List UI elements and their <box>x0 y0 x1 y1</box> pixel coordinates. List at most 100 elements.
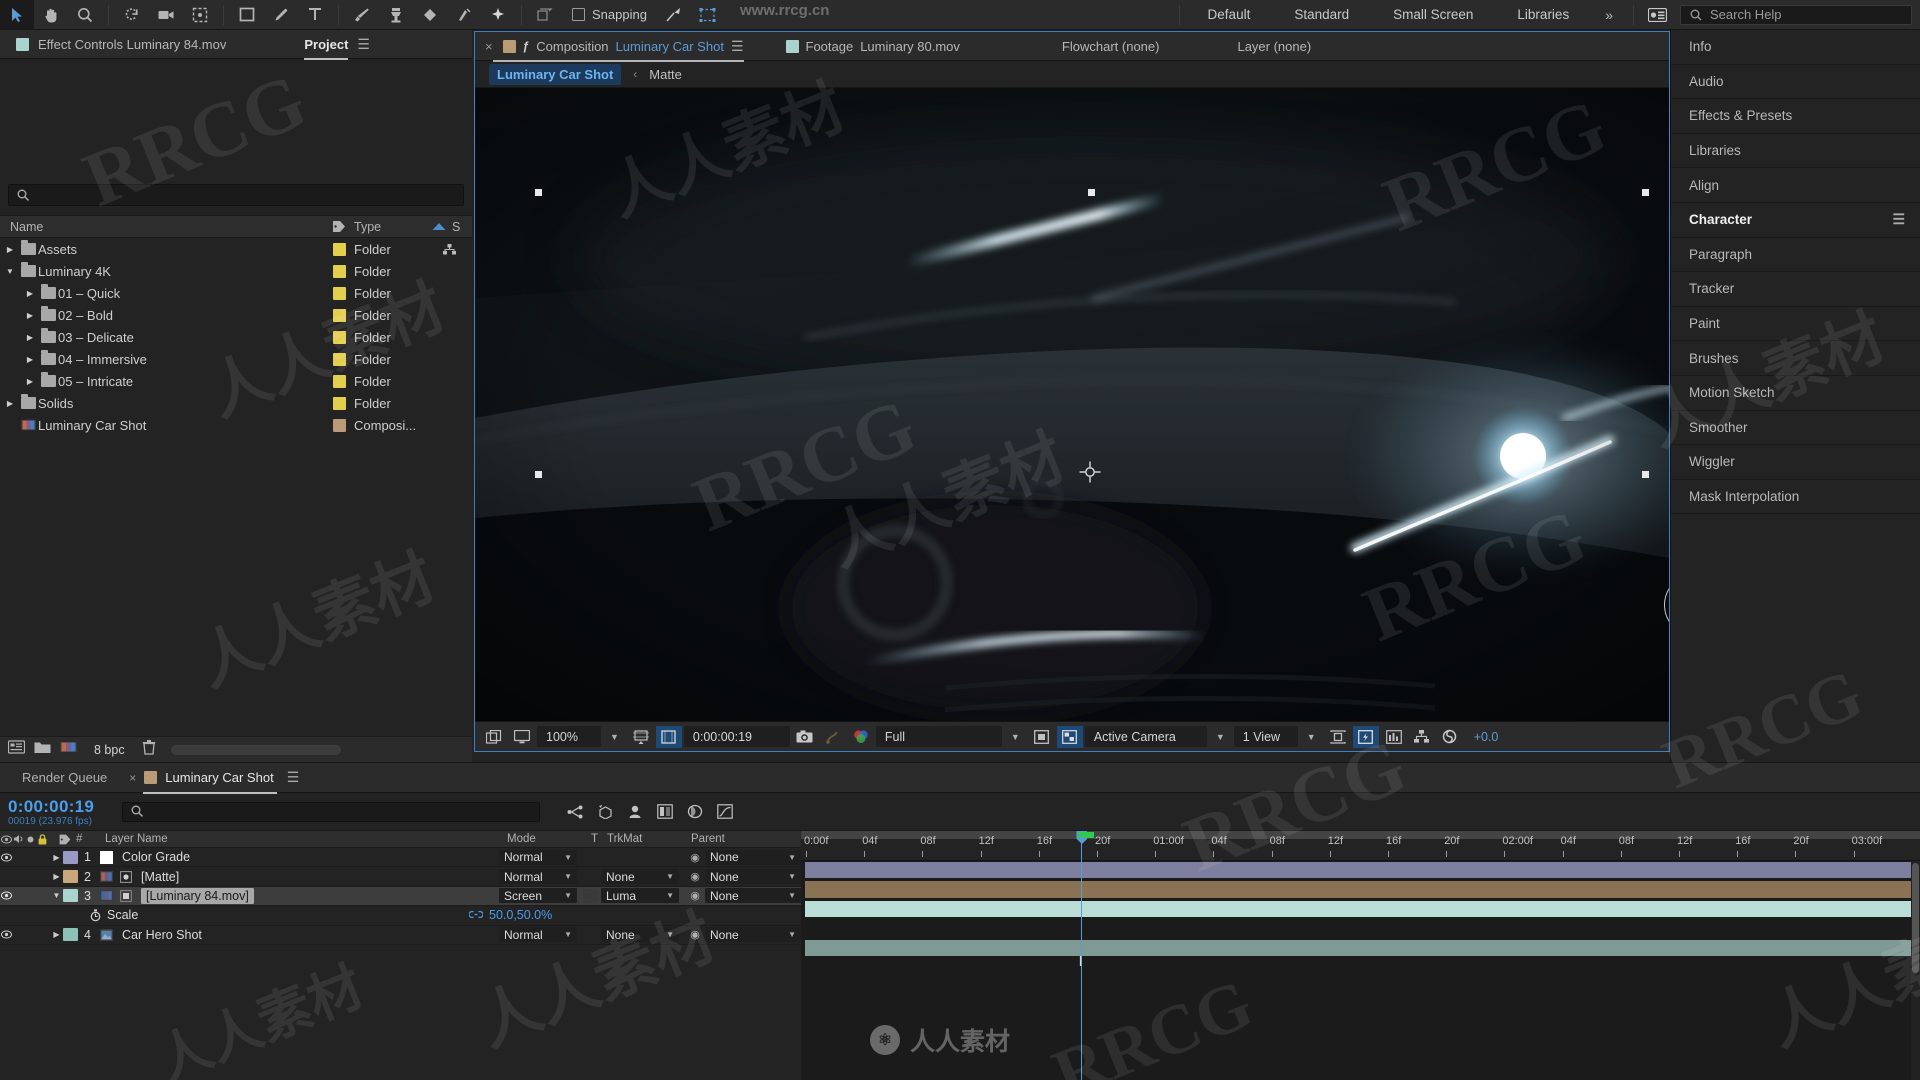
blend-mode-select[interactable]: Normal ▼ <box>499 869 577 885</box>
current-time-display[interactable]: 0:00:00:19 00019 (23.976 fps) <box>0 797 118 827</box>
stopwatch-icon[interactable] <box>0 909 107 922</box>
project-item-04-immersive[interactable]: ▶ 04 – Immersive Folder <box>0 348 472 370</box>
project-search-field[interactable] <box>8 184 464 206</box>
composition-panel-menu-icon[interactable]: ☰ <box>731 38 744 55</box>
parent-pickwhip-icon[interactable]: ◉ <box>685 851 705 864</box>
tab-layer[interactable]: Layer (none) <box>1237 32 1327 61</box>
rotation-tool[interactable] <box>115 0 149 30</box>
link-dimensions-icon[interactable] <box>468 908 484 922</box>
panel-tab-mask-interpolation[interactable]: Mask Interpolation <box>1671 480 1920 515</box>
label-color-swatch[interactable] <box>324 374 354 388</box>
layer-name[interactable]: [Matte] <box>135 870 499 884</box>
camera-select[interactable]: Active Camera <box>1084 726 1207 747</box>
layer-name[interactable]: Car Hero Shot <box>116 928 499 942</box>
tab-flowchart[interactable]: Flowchart (none) <box>1062 32 1176 61</box>
workspace-default[interactable]: Default <box>1186 0 1273 30</box>
disclosure-triangle[interactable]: ▶ <box>22 355 38 364</box>
time-ruler[interactable]: 0:00f 04f 08f 12f 16f 20f 01:00f 04f 08f 12f 16f 20… <box>801 831 1920 861</box>
project-item-solids[interactable]: ▶ Solids Folder <box>0 392 472 414</box>
composition-viewer-canvas[interactable] <box>475 88 1669 721</box>
track-luminary-84[interactable] <box>801 900 1920 920</box>
region-of-interest-tool[interactable] <box>528 0 562 30</box>
label-color-swatch[interactable] <box>324 352 354 366</box>
workspace-settings-icon[interactable] <box>1640 0 1674 30</box>
column-mode[interactable]: Mode <box>507 833 591 845</box>
tab-timeline-luminary-car-shot[interactable]: × Luminary Car Shot ☰ <box>129 763 300 794</box>
delete-icon[interactable] <box>142 739 156 760</box>
column-name[interactable]: Name <box>10 220 324 234</box>
panel-tab-paint[interactable]: Paint <box>1671 307 1920 342</box>
anchor-point-icon[interactable] <box>1079 461 1101 483</box>
label-color-swatch[interactable] <box>63 850 78 864</box>
project-item-assets[interactable]: ▶ Assets Folder <box>0 238 472 260</box>
bit-depth-label[interactable]: 8 bpc <box>86 743 133 757</box>
resolution-select[interactable]: Full <box>875 726 1002 747</box>
timeline-search-field[interactable] <box>122 801 540 822</box>
channel-rgb-icon[interactable] <box>848 726 874 748</box>
track-color-grade[interactable] <box>801 861 1920 881</box>
label-color-swatch[interactable] <box>324 242 354 256</box>
column-size[interactable]: S <box>452 220 472 234</box>
tab-composition-luminary-car-shot[interactable]: × ƒ Composition Luminary Car Shot ☰ <box>485 32 760 62</box>
brush-tool[interactable] <box>345 0 379 30</box>
column-type[interactable]: Type <box>354 220 426 234</box>
view-chevron-down-icon[interactable]: ▼ <box>1300 732 1323 742</box>
comp-timecode-field[interactable]: 0:00:00:19 <box>683 726 790 747</box>
panel-tab-effects-presets[interactable]: Effects & Presets <box>1671 99 1920 134</box>
composition-mini-flowchart-icon[interactable] <box>562 800 588 824</box>
timeline-vertical-scrollbar[interactable] <box>1911 861 1920 1080</box>
layer-row-car-hero-shot[interactable]: ▶ 4 Car Hero Shot Normal ▼ None ▼ ◉ None… <box>0 925 801 945</box>
rectangle-shape-tool[interactable] <box>230 0 264 30</box>
label-color-swatch[interactable] <box>324 396 354 410</box>
anchor-point-tool[interactable] <box>183 0 217 30</box>
parent-select[interactable]: None ▼ <box>705 849 801 865</box>
track-scale-property[interactable] <box>801 919 1920 939</box>
draft-3d-icon[interactable] <box>592 800 618 824</box>
disclosure-triangle[interactable]: ▶ <box>2 399 18 408</box>
disclosure-triangle[interactable]: ▶ <box>50 872 63 881</box>
snapping-control[interactable]: Snapping <box>562 7 657 22</box>
panel-tab-libraries[interactable]: Libraries <box>1671 134 1920 169</box>
label-color-swatch[interactable] <box>324 264 354 278</box>
eraser-tool[interactable] <box>413 0 447 30</box>
zoom-chevron-down-icon[interactable]: ▼ <box>603 732 626 742</box>
trkmat-select[interactable]: None ▼ <box>601 869 679 885</box>
panel-tab-audio[interactable]: Audio <box>1671 65 1920 100</box>
breadcrumb-current[interactable]: Luminary Car Shot <box>489 63 622 85</box>
timeline-panel-menu-icon[interactable]: ☰ <box>287 769 300 786</box>
workspace-small-screen[interactable]: Small Screen <box>1371 0 1495 30</box>
snapshot-camera-icon[interactable] <box>792 726 818 748</box>
quality-switch-icon[interactable] <box>116 870 135 883</box>
hide-shy-layers-icon[interactable] <box>622 800 648 824</box>
column-tag-icon[interactable] <box>324 220 354 233</box>
parent-select[interactable]: None ▼ <box>705 869 801 885</box>
clone-stamp-tool[interactable] <box>379 0 413 30</box>
zoom-tool[interactable] <box>68 0 102 30</box>
resolution-region-icon[interactable] <box>628 726 654 748</box>
project-item-03-delicate[interactable]: ▶ 03 – Delicate Folder <box>0 326 472 348</box>
breadcrumb-matte[interactable]: Matte <box>649 67 682 82</box>
layer-bar[interactable] <box>805 862 1920 879</box>
pen-tool[interactable] <box>264 0 298 30</box>
selection-handle-ml[interactable] <box>535 471 542 478</box>
character-panel-menu-icon[interactable]: ☰ <box>1892 211 1905 228</box>
interpret-footage-icon[interactable] <box>7 740 26 759</box>
snap-arrow-icon[interactable] <box>657 0 691 30</box>
workspace-standard[interactable]: Standard <box>1272 0 1371 30</box>
parent-pickwhip-icon[interactable]: ◉ <box>685 870 705 883</box>
label-color-swatch[interactable] <box>63 928 78 942</box>
layer-name[interactable]: [Luminary 84.mov] <box>135 887 499 904</box>
layer-row-luminary-84[interactable]: ▼ 3 [Luminary 84.mov] Screen ▼ Luma ▼ ◉ … <box>0 886 801 907</box>
type-tool[interactable] <box>298 0 332 30</box>
pixel-aspect-correction-icon[interactable] <box>1325 726 1351 748</box>
blend-mode-select[interactable]: Screen ▼ <box>499 888 577 904</box>
track-car-hero-shot[interactable] <box>801 939 1920 958</box>
panel-tab-paragraph[interactable]: Paragraph <box>1671 238 1920 273</box>
motion-blur-icon[interactable] <box>682 800 708 824</box>
camera-chevron-down-icon[interactable]: ▼ <box>1209 732 1232 742</box>
project-panel-menu-icon[interactable]: ☰ <box>357 36 370 53</box>
blend-mode-select[interactable]: Normal ▼ <box>499 927 577 943</box>
exposure-reset-icon[interactable] <box>1437 726 1463 748</box>
disclosure-triangle[interactable]: ▶ <box>22 333 38 342</box>
parent-pickwhip-icon[interactable]: ◉ <box>685 889 705 902</box>
